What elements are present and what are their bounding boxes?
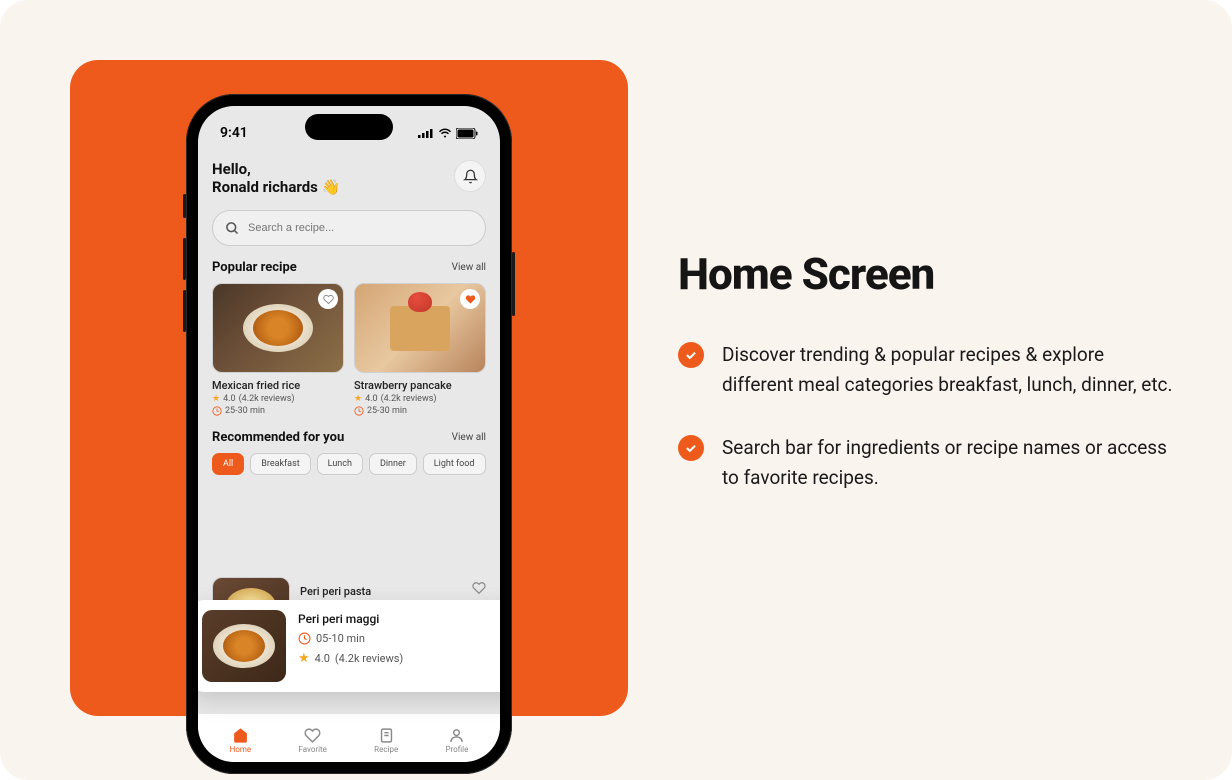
phone-screen: 9:41 Hello, Ronald richards 👋 — [198, 106, 500, 762]
recommended-title: Recommended for you — [212, 430, 344, 445]
signal-icon — [418, 128, 434, 138]
favorite-button[interactable] — [460, 289, 480, 309]
recipe-image — [212, 283, 344, 373]
search-icon — [225, 221, 240, 236]
nav-profile[interactable]: Profile — [445, 727, 468, 754]
clock-icon — [212, 406, 222, 416]
feature-text: Discover trending & popular recipes & ex… — [722, 340, 1178, 401]
status-icons — [418, 128, 478, 139]
clipboard-icon — [378, 727, 395, 744]
phone-frame: 9:41 Hello, Ronald richards 👋 — [186, 94, 512, 774]
feature-text: Search bar for ingredients or recipe nam… — [722, 433, 1178, 494]
popular-title: Popular recipe — [212, 260, 297, 275]
bell-icon — [463, 169, 478, 184]
recommended-view-all[interactable]: View all — [452, 432, 486, 443]
star-icon: ★ — [212, 394, 220, 404]
status-time: 9:41 — [220, 125, 248, 141]
star-icon: ★ — [354, 394, 362, 404]
recipe-image — [202, 610, 286, 682]
dynamic-island — [305, 114, 393, 140]
feature-item: Search bar for ingredients or recipe nam… — [678, 433, 1178, 494]
chip-lunch[interactable]: Lunch — [317, 453, 363, 475]
star-icon: ★ — [298, 651, 310, 666]
clock-icon — [298, 632, 311, 645]
heart-icon — [323, 294, 334, 305]
user-icon — [448, 727, 465, 744]
recipe-rating: ★ 4.0 (4.2k reviews) — [298, 651, 500, 666]
recipe-title: Peri peri pasta — [300, 585, 462, 598]
chip-dinner[interactable]: Dinner — [369, 453, 417, 475]
check-icon — [678, 435, 704, 461]
notifications-button[interactable] — [454, 160, 486, 192]
recipe-title: Mexican fried rice — [212, 379, 344, 392]
left-showcase-panel: 9:41 Hello, Ronald richards 👋 — [70, 60, 628, 716]
nav-recipe[interactable]: Recipe — [374, 727, 398, 754]
nav-favorite[interactable]: Favorite — [298, 727, 326, 754]
recipe-time: 05-10 min — [298, 632, 500, 645]
wifi-icon — [438, 128, 452, 138]
category-chips: All Breakfast Lunch Dinner Light food — [212, 453, 486, 475]
bottom-nav: Home Favorite Recipe Profile — [198, 714, 500, 762]
chip-breakfast[interactable]: Breakfast — [250, 453, 310, 475]
chip-light-food[interactable]: Light food — [423, 453, 486, 475]
recipe-card[interactable]: Strawberry pancake ★ 4.0 (4.2k reviews) … — [354, 283, 486, 416]
recipe-rating: ★ 4.0 (4.2k reviews) — [354, 394, 486, 404]
heart-icon[interactable] — [472, 581, 486, 595]
search-input[interactable] — [248, 222, 473, 234]
check-icon — [678, 342, 704, 368]
greeting: Hello, Ronald richards 👋 — [212, 160, 340, 196]
feature-item: Discover trending & popular recipes & ex… — [678, 340, 1178, 401]
favorite-button[interactable] — [318, 289, 338, 309]
greeting-name: Ronald richards 👋 — [212, 178, 340, 196]
popular-view-all[interactable]: View all — [452, 262, 486, 273]
description-panel: Home Screen Discover trending & popular … — [678, 248, 1178, 526]
home-icon — [232, 727, 249, 744]
recipe-time: 25-30 min — [212, 406, 344, 416]
recipe-rating: ★ 4.0 (4.2k reviews) — [212, 394, 344, 404]
search-bar[interactable] — [212, 210, 486, 246]
recipe-title: Strawberry pancake — [354, 379, 486, 392]
heart-icon — [465, 294, 476, 305]
clock-icon — [354, 406, 364, 416]
battery-icon — [456, 128, 478, 139]
nav-home[interactable]: Home — [230, 727, 252, 754]
featured-recipe-card[interactable]: Peri peri maggi 05-10 min ★ 4.0 (4.2k re… — [198, 600, 500, 692]
recipe-time: 25-30 min — [354, 406, 486, 416]
recipe-image — [354, 283, 486, 373]
chip-all[interactable]: All — [212, 453, 244, 475]
heart-icon — [304, 727, 321, 744]
recipe-title: Peri peri maggi — [298, 612, 500, 626]
greeting-hello: Hello, — [212, 160, 340, 178]
recipe-card[interactable]: Mexican fried rice ★ 4.0 (4.2k reviews) … — [212, 283, 344, 416]
page-title: Home Screen — [678, 248, 1178, 300]
